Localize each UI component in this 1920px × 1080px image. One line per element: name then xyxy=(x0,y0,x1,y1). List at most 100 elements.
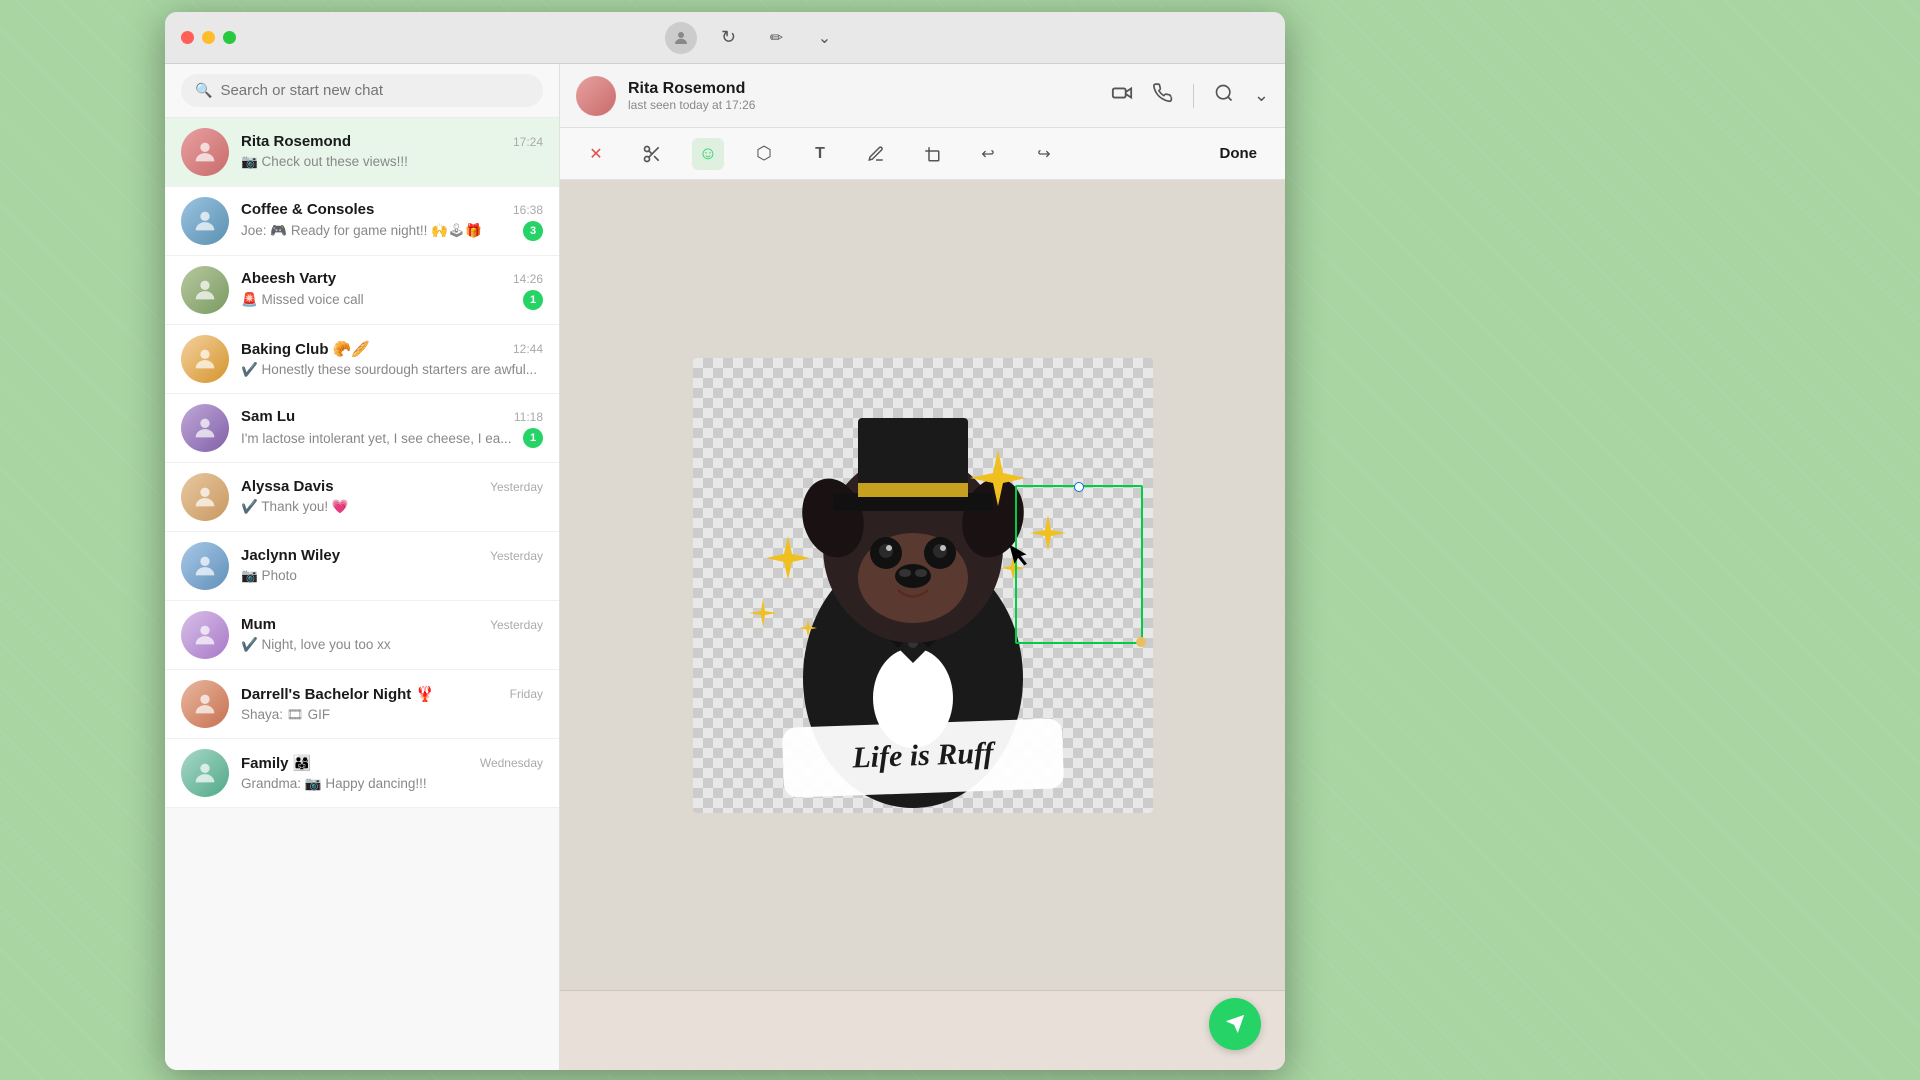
redo-tool[interactable]: ↪ xyxy=(1028,138,1060,170)
chat-header: Rita Rosemond last seen today at 17:26 ⌄ xyxy=(560,64,1285,128)
pen-tool[interactable] xyxy=(860,138,892,170)
header-actions: ⌄ xyxy=(1111,82,1269,109)
handle-top[interactable] xyxy=(1074,482,1084,492)
header-divider xyxy=(1193,84,1194,108)
search-icon[interactable] xyxy=(1214,83,1234,108)
scissors-tool[interactable] xyxy=(636,138,668,170)
avatar xyxy=(181,542,229,590)
unread-badge: 3 xyxy=(523,221,543,241)
close-tool[interactable]: ✕ xyxy=(580,138,612,170)
main-area: 🔍 Rita Rosemond 17:24 📷 C xyxy=(165,64,1285,1070)
chat-info: Rita Rosemond 17:24 📷 Check out these vi… xyxy=(241,133,543,171)
more-dropdown-icon[interactable]: ⌄ xyxy=(1254,85,1269,106)
chat-time: 11:18 xyxy=(514,410,543,424)
chat-name: Alyssa Davis xyxy=(241,478,334,495)
search-input[interactable] xyxy=(220,82,529,99)
chat-info: Alyssa Davis Yesterday ✔️ Thank you! 💗 xyxy=(241,478,543,516)
chat-item-baking[interactable]: Baking Club 🥐🥖 12:44 ✔️ Honestly these s… xyxy=(165,325,559,394)
undo-tool[interactable]: ↩ xyxy=(972,138,1004,170)
minimize-button[interactable] xyxy=(202,31,215,44)
dropdown-icon[interactable]: ⌄ xyxy=(809,22,841,54)
sidebar: 🔍 Rita Rosemond 17:24 📷 C xyxy=(165,64,560,1070)
sticker-tool[interactable]: ⬡ xyxy=(748,138,780,170)
sync-icon[interactable]: ↻ xyxy=(713,22,745,54)
sparkle-left-large xyxy=(766,536,810,580)
contact-name: Rita Rosemond xyxy=(628,80,1099,98)
chat-time: 17:24 xyxy=(513,135,543,149)
chat-item-mum[interactable]: Mum Yesterday ✔️ Night, love you too xx xyxy=(165,601,559,670)
chat-name: Sam Lu xyxy=(241,408,295,425)
contact-status: last seen today at 17:26 xyxy=(628,98,1099,112)
chat-name: Jaclynn Wiley xyxy=(241,547,340,564)
avatar xyxy=(181,197,229,245)
editor-canvas: Life is Ruff xyxy=(560,180,1285,990)
chat-name: Mum xyxy=(241,616,276,633)
chat-info: Family 👨‍👩‍👧 Wednesday Grandma: 📷 Happy … xyxy=(241,754,543,793)
avatar xyxy=(181,128,229,176)
avatar xyxy=(181,266,229,314)
chat-time: 16:38 xyxy=(513,203,543,217)
chat-name: Family 👨‍👩‍👧 xyxy=(241,754,311,772)
chat-name: Rita Rosemond xyxy=(241,133,351,150)
unread-badge: 1 xyxy=(523,428,543,448)
chat-item-abeesh[interactable]: Abeesh Varty 14:26 🚨 Missed voice call 1 xyxy=(165,256,559,325)
image-editor: Life is Ruff xyxy=(693,358,1153,813)
chat-time: 14:26 xyxy=(513,272,543,286)
chat-preview: ✔️ Thank you! 💗 xyxy=(241,499,349,514)
chat-time: Wednesday xyxy=(480,756,543,770)
compose-icon[interactable]: ✏ xyxy=(761,22,793,54)
contact-avatar xyxy=(576,76,616,116)
done-button[interactable]: Done xyxy=(1212,141,1266,166)
chat-name: Baking Club 🥐🥖 xyxy=(241,340,370,358)
chat-item-alyssa[interactable]: Alyssa Davis Yesterday ✔️ Thank you! 💗 xyxy=(165,463,559,532)
avatar xyxy=(181,404,229,452)
avatar xyxy=(181,611,229,659)
chat-item-sam[interactable]: Sam Lu 11:18 I'm lactose intolerant yet,… xyxy=(165,394,559,463)
phone-call-icon[interactable] xyxy=(1153,83,1173,108)
svg-text:Life is Ruff: Life is Ruff xyxy=(850,736,996,774)
maximize-button[interactable] xyxy=(223,31,236,44)
avatar xyxy=(181,749,229,797)
traffic-lights xyxy=(181,31,236,44)
chat-info: Sam Lu 11:18 I'm lactose intolerant yet,… xyxy=(241,408,543,448)
search-input-wrap[interactable]: 🔍 xyxy=(181,74,543,107)
app-window: ↻ ✏ ⌄ 🔍 xyxy=(165,12,1285,1070)
input-area xyxy=(560,990,1285,1070)
emoji-sticker-tool[interactable]: ☺ xyxy=(692,138,724,170)
contact-info: Rita Rosemond last seen today at 17:26 xyxy=(628,80,1099,112)
right-panel: Rita Rosemond last seen today at 17:26 ⌄ xyxy=(560,64,1285,1070)
chat-info: Jaclynn Wiley Yesterday 📷 Photo xyxy=(241,547,543,585)
chat-item-darrell[interactable]: Darrell's Bachelor Night 🦞 Friday Shaya:… xyxy=(165,670,559,739)
chat-preview: Joe: 🎮 Ready for game night!! 🙌🕹🎁 xyxy=(241,223,482,239)
chat-item-rita[interactable]: Rita Rosemond 17:24 📷 Check out these vi… xyxy=(165,118,559,187)
chat-info: Coffee & Consoles 16:38 Joe: 🎮 Ready for… xyxy=(241,201,543,241)
chat-item-jaclynn[interactable]: Jaclynn Wiley Yesterday 📷 Photo xyxy=(165,532,559,601)
chat-time: Yesterday xyxy=(490,549,543,563)
avatar xyxy=(181,680,229,728)
chat-name: Coffee & Consoles xyxy=(241,201,374,218)
text-tool[interactable]: T xyxy=(804,138,836,170)
chat-item-family[interactable]: Family 👨‍👩‍👧 Wednesday Grandma: 📷 Happy … xyxy=(165,739,559,808)
avatar xyxy=(181,473,229,521)
send-button[interactable] xyxy=(1209,998,1261,1050)
close-button[interactable] xyxy=(181,31,194,44)
chat-info: Abeesh Varty 14:26 🚨 Missed voice call 1 xyxy=(241,270,543,310)
titlebar: ↻ ✏ ⌄ xyxy=(165,12,1285,64)
video-call-icon[interactable] xyxy=(1111,82,1133,109)
chat-info: Mum Yesterday ✔️ Night, love you too xx xyxy=(241,616,543,654)
crop-tool[interactable] xyxy=(916,138,948,170)
chat-preview: 🚨 Missed voice call xyxy=(241,292,364,308)
chat-preview: I'm lactose intolerant yet, I see cheese… xyxy=(241,431,511,446)
profile-avatar[interactable] xyxy=(665,22,697,54)
search-icon: 🔍 xyxy=(195,82,212,99)
chat-preview: ✔️ Honestly these sourdough starters are… xyxy=(241,362,537,377)
sparkle-left-small xyxy=(749,599,777,627)
chat-preview: 📷 Check out these views!!! xyxy=(241,154,408,169)
editor-toolbar: ✕ ☺ ⬡ T ↩ ↪ Done xyxy=(560,128,1285,180)
chat-time: 12:44 xyxy=(513,342,543,356)
chat-name: Darrell's Bachelor Night 🦞 xyxy=(241,685,434,703)
chat-list: Rita Rosemond 17:24 📷 Check out these vi… xyxy=(165,118,559,1070)
search-bar: 🔍 xyxy=(165,64,559,118)
chat-item-coffee[interactable]: Coffee & Consoles 16:38 Joe: 🎮 Ready for… xyxy=(165,187,559,256)
chat-info: Baking Club 🥐🥖 12:44 ✔️ Honestly these s… xyxy=(241,340,543,379)
